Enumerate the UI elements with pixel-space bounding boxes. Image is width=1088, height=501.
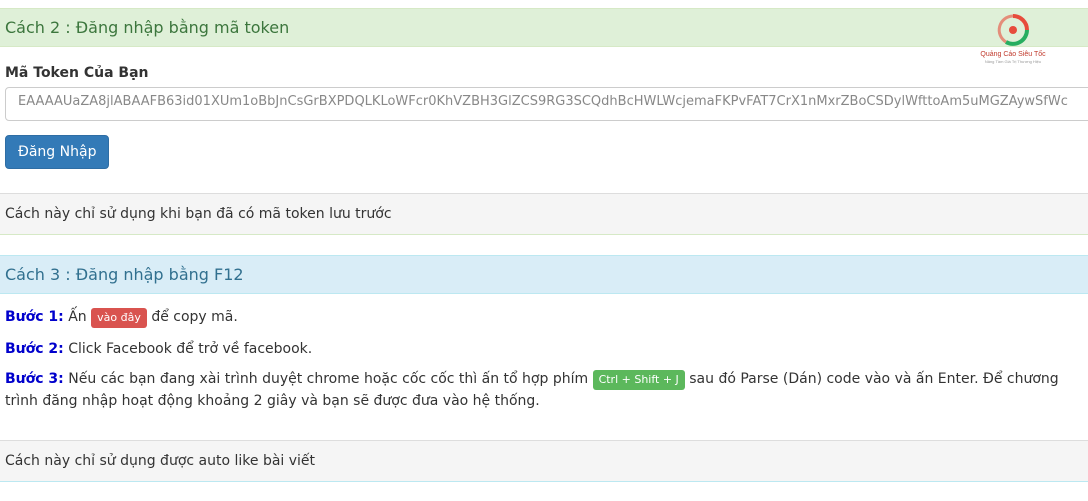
step-3-label: Bước 3: bbox=[5, 371, 64, 387]
token-login-footer: Cách này chỉ sử dụng khi bạn đã có mã to… bbox=[0, 193, 1088, 234]
step-1-pre: Ấn bbox=[68, 309, 87, 325]
logo-tagline: Nâng Tầm Giá Trị Thương Hiệu bbox=[984, 59, 1042, 64]
token-login-body: Mã Token Của Bạn EAAAAUaZA8jlABAAFB63id0… bbox=[0, 47, 1088, 193]
f12-login-panel: Cách 3 : Đăng nhập bằng F12 Bước 1: Ấn v… bbox=[0, 255, 1088, 482]
panel-gap bbox=[0, 235, 1088, 255]
step-2: Bước 2: Click Facebook để trở về faceboo… bbox=[5, 338, 1083, 360]
f12-login-body: Bước 1: Ấn vào đây để copy mã. Bước 2: C… bbox=[0, 294, 1088, 440]
step-2-text: Click Facebook để trở về facebook. bbox=[68, 341, 313, 357]
step-3-pre: Nếu các bạn đang xài trình duyệt chrome … bbox=[68, 371, 589, 387]
token-input[interactable]: EAAAAUaZA8jlABAAFB63id01XUm1oBbJnCsGrBXP… bbox=[5, 87, 1088, 121]
token-login-heading: Cách 2 : Đăng nhập bằng mã token bbox=[0, 9, 1088, 47]
brand-logo: Quảng Cáo Siêu Tốc Nâng Tầm Giá Trị Thươ… bbox=[968, 13, 1058, 73]
step-3: Bước 3: Nếu các bạn đang xài trình duyệt… bbox=[5, 368, 1083, 412]
token-login-panel: Cách 2 : Đăng nhập bằng mã token Quảng C… bbox=[0, 8, 1088, 235]
step-2-label: Bước 2: bbox=[5, 341, 64, 357]
copy-code-button[interactable]: vào đây bbox=[91, 308, 147, 328]
login-button[interactable]: Đăng Nhập bbox=[5, 135, 110, 169]
f12-login-footer-text: Cách này chỉ sử dụng được auto like bài … bbox=[5, 453, 316, 469]
logo-icon bbox=[997, 14, 1029, 46]
top-spacer bbox=[0, 0, 1088, 8]
shortcut-badge: Ctrl + Shift + J bbox=[592, 370, 685, 390]
step-1-post: để copy mã. bbox=[151, 309, 238, 325]
f12-login-footer: Cách này chỉ sử dụng được auto like bài … bbox=[0, 440, 1088, 481]
token-label: Mã Token Của Bạn bbox=[5, 65, 149, 81]
step-1: Bước 1: Ấn vào đây để copy mã. bbox=[5, 306, 1083, 328]
step-1-label: Bước 1: bbox=[5, 309, 64, 325]
f12-login-heading: Cách 3 : Đăng nhập bằng F12 bbox=[0, 256, 1088, 294]
token-login-footer-text: Cách này chỉ sử dụng khi bạn đã có mã to… bbox=[5, 206, 392, 222]
logo-name: Quảng Cáo Siêu Tốc bbox=[980, 51, 1046, 58]
